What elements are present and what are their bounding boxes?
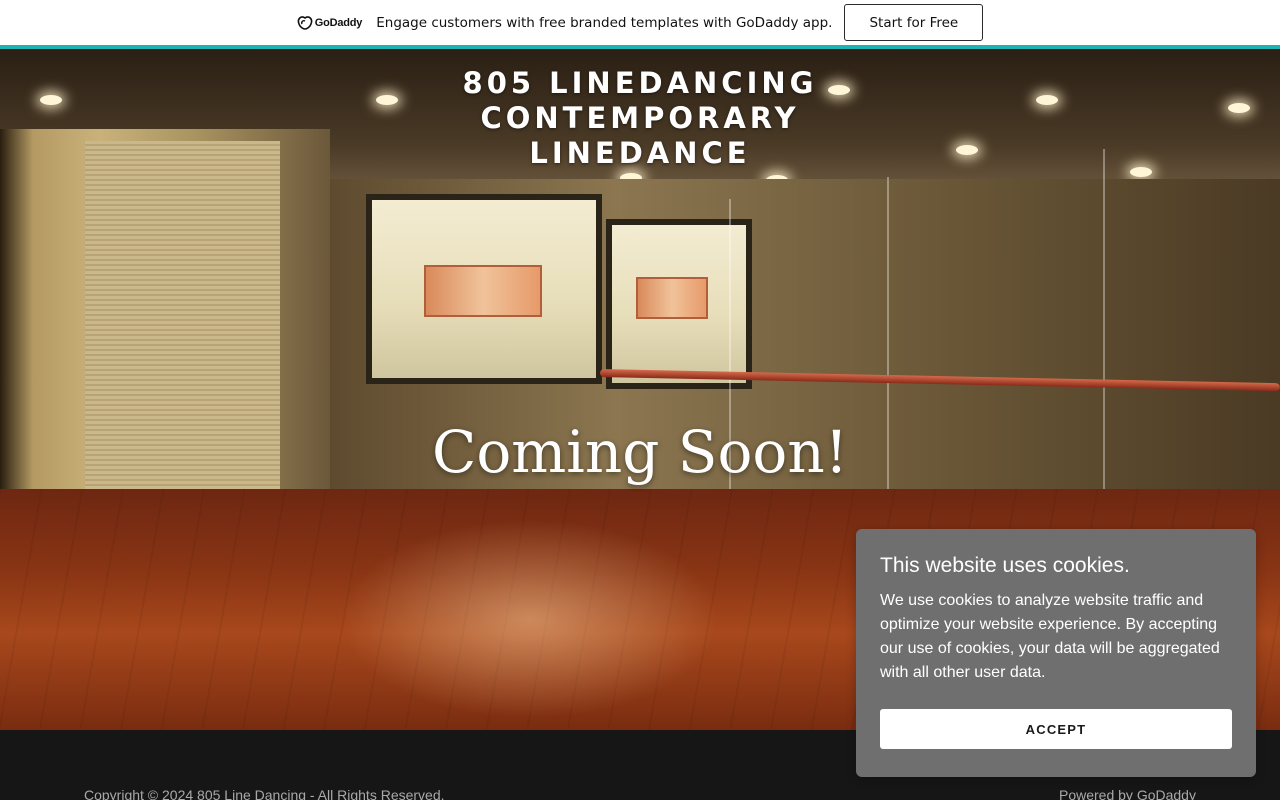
- site-title: 805 LINEDANCING CONTEMPORARY LINEDANCE: [0, 66, 1280, 171]
- site-title-line: LINEDANCE: [529, 136, 751, 170]
- start-for-free-button[interactable]: Start for Free: [844, 4, 984, 41]
- promo-message: Engage customers with free branded templ…: [376, 14, 833, 31]
- godaddy-logo-icon: [297, 15, 313, 30]
- hero-floor-reflection: [340, 519, 720, 719]
- promo-bar: GoDaddy Engage customers with free brand…: [0, 0, 1280, 45]
- godaddy-logo-text: GoDaddy: [314, 16, 363, 29]
- cookie-banner-title: This website uses cookies.: [880, 554, 1130, 577]
- powered-by-label: Powered by: [1059, 787, 1133, 800]
- godaddy-logo[interactable]: GoDaddy: [297, 15, 363, 30]
- site-title-line: 805 LINEDANCING: [462, 66, 818, 100]
- footer-copyright: Copyright © 2024 805 Line Dancing - All …: [84, 787, 445, 800]
- godaddy-link[interactable]: GoDaddy: [1137, 787, 1196, 800]
- footer-powered-by: Powered by GoDaddy: [1059, 787, 1196, 800]
- hero-wall-art: [424, 265, 542, 317]
- accept-cookies-button[interactable]: ACCEPT: [880, 709, 1232, 749]
- cookie-banner-text: We use cookies to analyze website traffi…: [880, 592, 1220, 681]
- cookie-banner: This website uses cookies. We use cookie…: [856, 529, 1256, 777]
- coming-soon-heading: Coming Soon!: [432, 418, 848, 486]
- hero-wall-art: [636, 277, 708, 319]
- site-title-line: CONTEMPORARY: [480, 101, 800, 135]
